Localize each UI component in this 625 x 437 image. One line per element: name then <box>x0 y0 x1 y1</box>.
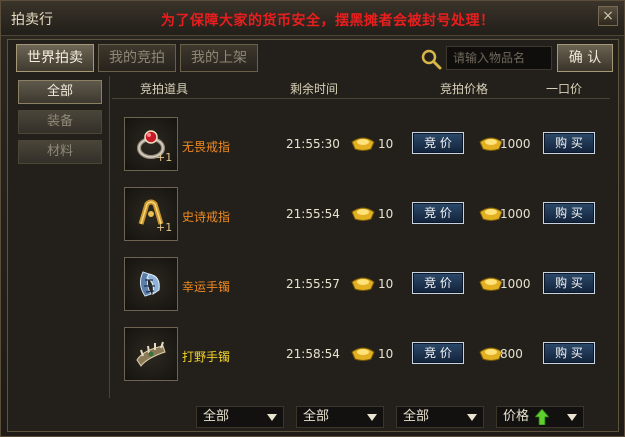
filter-label: 价格 <box>503 409 530 424</box>
list-item[interactable]: +1 史诗戒指 21:55:54 10 竞 价 1000 购 买 <box>112 186 612 244</box>
search-input[interactable] <box>446 46 552 70</box>
tab-my-bids[interactable]: 我的竞拍 <box>98 44 176 72</box>
sort-up-arrow-icon <box>535 409 549 425</box>
gold-ingot-icon <box>351 277 375 291</box>
bid-button[interactable]: 竞 价 <box>412 272 464 294</box>
remaining-time: 21:55:54 <box>286 207 340 221</box>
auction-house-window: 拍卖行 为了保障大家的货币安全，摆黑摊者会被封号处理！ × 世界拍卖 我的竞拍 … <box>0 0 625 437</box>
buy-button[interactable]: 购 买 <box>543 272 595 294</box>
filter-dropdown-1[interactable]: 全部 <box>196 406 284 428</box>
buyout-price: 1000 <box>500 207 531 221</box>
column-buyout: 一口价 <box>546 82 583 96</box>
enhance-level: +1 <box>156 221 173 234</box>
category-equipment[interactable]: 装备 <box>18 110 102 134</box>
buyout-price: 1000 <box>500 277 531 291</box>
list-item[interactable]: 打野手镯 21:58:54 10 竞 价 800 购 买 <box>112 326 612 384</box>
title-bar: 拍卖行 为了保障大家的货币安全，摆黑摊者会被封号处理！ × <box>1 1 624 36</box>
item-name: 无畏戒指 <box>182 140 231 154</box>
item-slot[interactable] <box>124 327 178 381</box>
list-item[interactable]: 幸运手镯 21:55:57 10 竞 价 1000 购 买 <box>112 256 612 314</box>
main-panel: 世界拍卖 我的竞拍 我的上架 确 认 全部 装备 材料 竞拍道具 剩余时间 竞拍… <box>7 39 619 432</box>
filter-bar: 全部 全部 全部 价格 <box>8 402 620 430</box>
column-item: 竞拍道具 <box>140 82 189 96</box>
buy-button[interactable]: 购 买 <box>543 132 595 154</box>
buyout-price: 1000 <box>500 137 531 151</box>
filter-label: 全部 <box>303 409 330 424</box>
buy-button[interactable]: 购 买 <box>543 202 595 224</box>
filter-dropdown-3[interactable]: 全部 <box>396 406 484 428</box>
list-item[interactable]: +1 无畏戒指 21:55:30 10 竞 价 1000 购 买 <box>112 116 612 174</box>
bid-amount: 10 <box>378 277 394 291</box>
chevron-down-icon <box>367 414 377 421</box>
remaining-time: 21:55:57 <box>286 277 340 291</box>
auction-list[interactable]: +1 无畏戒指 21:55:30 10 竞 价 1000 购 买 +1 史诗戒指… <box>112 100 612 400</box>
gold-ingot-icon <box>351 347 375 361</box>
filter-label: 全部 <box>203 409 230 424</box>
enhance-level: +1 <box>156 151 173 164</box>
column-time: 剩余时间 <box>290 82 339 96</box>
item-slot[interactable]: +1 <box>124 187 178 241</box>
buyout-price: 800 <box>500 347 523 361</box>
chevron-down-icon <box>567 414 577 421</box>
tab-world-auction[interactable]: 世界拍卖 <box>16 44 94 72</box>
list-header: 竞拍道具 剩余时间 竞拍价格 一口价 <box>110 78 615 98</box>
item-slot[interactable] <box>124 257 178 311</box>
crystal-bracelet-icon <box>139 271 160 297</box>
item-name: 幸运手镯 <box>182 280 231 294</box>
category-materials[interactable]: 材料 <box>18 140 102 164</box>
column-bid-price: 竞拍价格 <box>440 82 489 96</box>
gold-ingot-icon <box>351 137 375 151</box>
filter-label: 全部 <box>403 409 430 424</box>
category-menu: 全部 装备 材料 <box>18 80 104 170</box>
gold-ingot-icon <box>351 207 375 221</box>
confirm-button[interactable]: 确 认 <box>557 44 613 72</box>
tab-my-listings[interactable]: 我的上架 <box>180 44 258 72</box>
window-title: 拍卖行 <box>11 12 53 28</box>
bid-amount: 10 <box>378 347 394 361</box>
remaining-time: 21:55:30 <box>286 137 340 151</box>
chevron-down-icon <box>467 414 477 421</box>
sort-price-dropdown[interactable]: 价格 <box>496 406 584 428</box>
chevron-down-icon <box>267 414 277 421</box>
bid-button[interactable]: 竞 价 <box>412 202 464 224</box>
spiked-bracelet-icon <box>136 341 166 367</box>
menu-divider <box>109 76 110 398</box>
bid-button[interactable]: 竞 价 <box>412 342 464 364</box>
category-all[interactable]: 全部 <box>18 80 102 104</box>
search-icon <box>421 49 442 70</box>
bid-amount: 10 <box>378 207 394 221</box>
remaining-time: 21:58:54 <box>286 347 340 361</box>
item-name: 史诗戒指 <box>182 210 231 224</box>
header-divider <box>112 98 610 99</box>
item-name: 打野手镯 <box>182 350 231 364</box>
filter-dropdown-2[interactable]: 全部 <box>296 406 384 428</box>
security-notice: 为了保障大家的货币安全，摆黑摊者会被封号处理！ <box>161 13 495 29</box>
bid-button[interactable]: 竞 价 <box>412 132 464 154</box>
buy-button[interactable]: 购 买 <box>543 342 595 364</box>
close-button[interactable]: × <box>598 6 618 26</box>
bid-amount: 10 <box>378 137 394 151</box>
item-slot[interactable]: +1 <box>124 117 178 171</box>
